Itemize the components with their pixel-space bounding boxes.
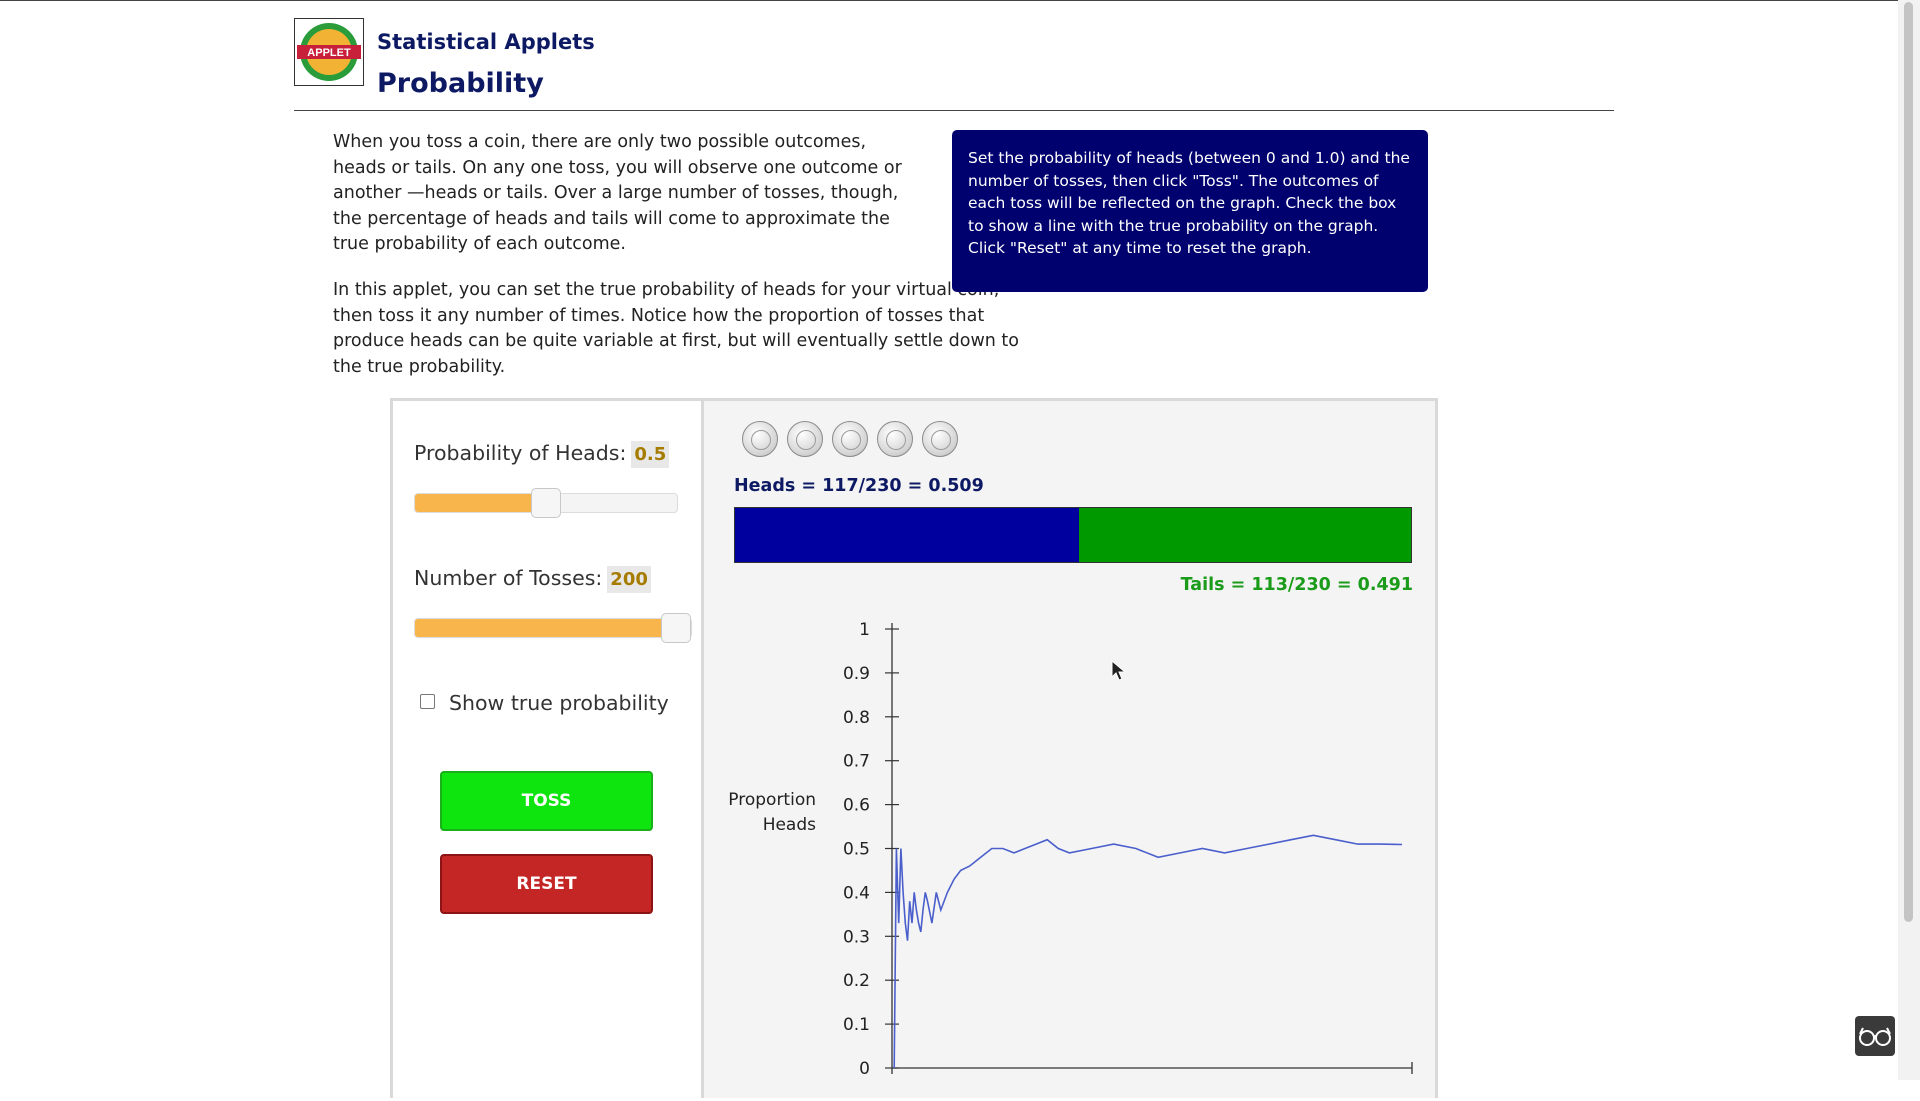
tosses-slider[interactable] [414,613,692,643]
y-tick-label: 0 [859,1059,870,1079]
page-header: APPLET Statistical Applets Probability [294,18,1614,111]
y-tick-label: 0.3 [843,927,870,947]
applet-logo: APPLET [294,18,364,86]
instructions-box: Set the probability of heads (between 0 … [952,130,1428,292]
y-tick-label: 0.5 [843,840,870,860]
applet-logo-icon: APPLET [297,23,361,81]
proportion-heads-line [893,834,1403,1069]
y-tick-label: 0.7 [843,752,870,772]
page-title: Probability [377,68,544,99]
show-true-probability[interactable]: Show true probability [420,691,669,715]
show-true-label[interactable]: Show true probability [449,691,669,715]
mouse-cursor-icon [1111,660,1127,681]
applet-container: Probability of Heads: 0.5 Number of Tosse… [390,398,1438,1098]
tosses-label: Number of Tosses: [414,566,603,590]
y-tick-label: 0.4 [843,883,870,903]
y-axis-label: Proportion [728,790,816,810]
probability-slider-fill [415,494,546,512]
toss-button[interactable]: TOSS [440,771,653,831]
site-title[interactable]: Statistical Applets [377,30,595,54]
y-tick-label: 0.8 [843,708,870,728]
reader-glasses-icon[interactable] [1855,1016,1895,1056]
tosses-slider-fill [415,619,676,637]
y-tick-label: 1 [859,620,870,640]
top-border [0,0,1920,1]
y-tick-label: 0.9 [843,664,870,684]
intro-paragraph: In this applet, you can set the true pro… [333,280,1020,377]
controls-panel: Probability of Heads: 0.5 Number of Tosse… [393,401,704,1098]
intro-paragraph: When you toss a coin, there are only two… [333,132,902,254]
proportion-chart: 0 0.1 0.2 0.3 0.4 0.5 0.6 0.7 0.8 0.9 1 Proportion H… [728,620,1413,1079]
scrollbar-thumb[interactable] [1904,2,1913,922]
probability-slider[interactable] [414,488,678,518]
graph-panel: Heads = 117/230 = 0.509 Tails = 113/230 … [704,401,1435,1098]
y-tick-label: 0.1 [843,1015,870,1035]
y-tick-label: 0.2 [843,971,870,991]
probability-slider-handle[interactable] [531,488,561,518]
scrollbar[interactable] [1898,0,1920,1080]
logo-text: APPLET [307,47,351,59]
y-axis-label: Heads [763,815,816,835]
probability-control: Probability of Heads: 0.5 [414,441,670,468]
probability-label: Probability of Heads: [414,441,627,465]
y-tick-label: 0.6 [843,796,870,816]
probability-value: 0.5 [631,441,670,468]
show-true-checkbox[interactable] [420,693,435,709]
tosses-control: Number of Tosses: 200 [414,566,651,593]
tosses-slider-handle[interactable] [661,613,691,643]
tosses-value: 200 [607,566,651,593]
reset-button[interactable]: RESET [440,854,653,914]
